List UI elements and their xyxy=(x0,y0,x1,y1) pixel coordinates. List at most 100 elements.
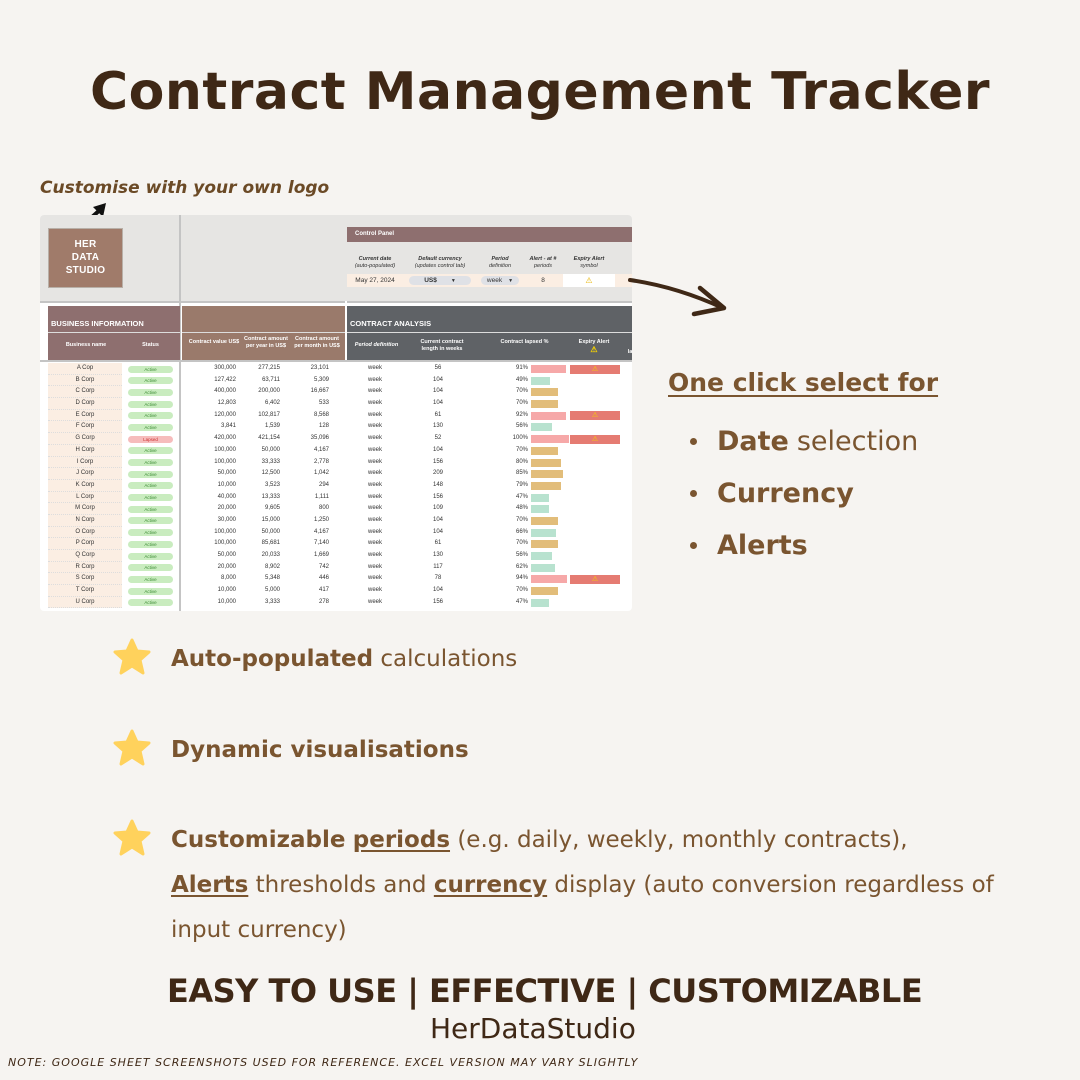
alert-symbol-input[interactable]: ⚠ xyxy=(563,274,615,287)
currency-select[interactable]: US$ ▼ xyxy=(403,274,477,287)
status-dropdown[interactable]: Active xyxy=(128,447,173,455)
col-status[interactable]: Status xyxy=(128,342,173,349)
business-name-cell[interactable]: F Corp xyxy=(48,421,122,434)
table-row: Q Corp Active 50,000 20,033 1,669 week 130 56% xyxy=(48,550,632,562)
company-logo[interactable]: HER DATA STUDIO xyxy=(48,228,123,288)
business-name-cell[interactable]: Q Corp xyxy=(48,550,122,562)
lapsed-pct-cell: 70% xyxy=(515,400,528,407)
contract-value-cell: 127,422 xyxy=(214,376,236,383)
status-dropdown[interactable]: Active xyxy=(128,482,173,490)
period-select[interactable]: week ▼ xyxy=(477,274,523,287)
col-lapsed-pct[interactable]: Contract lapsed % xyxy=(487,339,562,346)
status-dropdown[interactable]: Active xyxy=(128,564,173,572)
status-dropdown[interactable]: Active xyxy=(128,517,173,525)
lapsed-pct-cell: 62% xyxy=(515,563,528,570)
lapsed-bar xyxy=(531,411,566,420)
col-per-year[interactable]: Contract amount per year in US$ xyxy=(242,336,290,350)
section-title: CONTRACT ANALYSIS xyxy=(350,319,432,328)
status-dropdown[interactable]: Active xyxy=(128,365,173,373)
business-name-cell[interactable]: O Corp xyxy=(48,526,122,539)
status-dropdown[interactable]: Active xyxy=(128,552,173,560)
status-dropdown[interactable]: Lapsed xyxy=(128,435,173,443)
business-name-cell[interactable]: D Corp xyxy=(48,398,122,410)
cp-label-alert-symbol: Expiry Alert symbol xyxy=(573,256,605,269)
cp-label-period: Period definition xyxy=(488,256,512,269)
status-dropdown[interactable]: Active xyxy=(128,423,173,431)
expiry-alert-warning-icon: ⚠ xyxy=(570,434,620,444)
business-name-cell[interactable]: G Corp xyxy=(48,433,122,445)
col-expiry-alert[interactable]: Expiry Alert ⚠ xyxy=(569,339,619,355)
per-month-cell: 800 xyxy=(318,505,329,512)
business-name-cell[interactable]: R Corp xyxy=(48,561,122,574)
col-contract-value[interactable]: Contract value US$ xyxy=(188,339,240,346)
footnote: NOTE: GOOGLE SHEET SCREENSHOTS USED FOR … xyxy=(8,1056,639,1069)
business-name-cell[interactable]: E Corp xyxy=(48,409,122,422)
table-row: T Corp Active 10,000 5,000 417 week 104 70% xyxy=(48,585,632,597)
lapsed-bar xyxy=(531,365,566,373)
business-name-cell[interactable]: S Corp xyxy=(48,573,122,586)
status-dropdown[interactable]: Active xyxy=(128,505,173,513)
per-year-cell: 15,000 xyxy=(261,516,280,523)
business-name-cell[interactable]: P Corp xyxy=(48,538,122,550)
business-name-cell[interactable]: N Corp xyxy=(48,514,122,527)
length-cell: 130 xyxy=(432,552,443,558)
per-year-cell: 50,000 xyxy=(261,528,280,535)
lapsed-pct-cell: 70% xyxy=(515,388,528,395)
business-name-cell[interactable]: T Corp xyxy=(48,585,122,597)
business-name-cell[interactable]: C Corp xyxy=(48,386,122,399)
contract-value-cell: 50,000 xyxy=(217,552,236,558)
business-name-cell[interactable]: I Corp xyxy=(48,456,122,469)
length-cell: 61 xyxy=(434,411,442,418)
length-cell: 104 xyxy=(432,388,443,395)
status-dropdown[interactable]: Active xyxy=(128,575,173,583)
col-cut-off: la xyxy=(627,349,632,355)
status-dropdown[interactable]: Active xyxy=(128,470,173,478)
per-year-cell: 277,215 xyxy=(258,365,280,371)
status-dropdown[interactable]: Active xyxy=(128,587,173,595)
col-contract-length[interactable]: Current contract length in weeks xyxy=(413,339,471,353)
spreadsheet-preview: HER DATA STUDIO Control Panel Current da… xyxy=(40,215,632,611)
lapsed-bar xyxy=(531,470,564,479)
length-cell: 104 xyxy=(432,400,443,407)
period-value: week xyxy=(486,277,503,284)
table-row: I Corp Active 100,000 33,333 2,778 week 156 80% xyxy=(48,456,632,469)
col-per-month[interactable]: Contract amount per month in US$ xyxy=(292,336,342,350)
lapsed-bar xyxy=(531,376,550,385)
alert-periods-input[interactable]: 8 xyxy=(523,274,563,287)
lapsed-pct-cell: 80% xyxy=(515,458,528,465)
lapsed-pct-cell: 85% xyxy=(515,470,528,477)
length-cell: 156 xyxy=(432,493,443,500)
business-name-cell[interactable]: L Corp xyxy=(48,491,122,504)
status-dropdown[interactable]: Active xyxy=(128,412,173,420)
business-name-cell[interactable]: U Corp xyxy=(48,596,122,609)
status-dropdown[interactable]: Active xyxy=(128,529,173,537)
status-dropdown[interactable]: Active xyxy=(128,388,173,396)
status-dropdown[interactable]: Active xyxy=(128,599,173,607)
status-dropdown[interactable]: Active xyxy=(128,400,173,408)
bullet-icon xyxy=(690,437,697,445)
divider xyxy=(347,332,632,333)
status-dropdown[interactable]: Active xyxy=(128,377,173,385)
business-name-cell[interactable]: K Corp xyxy=(48,479,122,492)
cp-label-current-date: Current date (auto-populated) xyxy=(354,256,396,269)
business-name-cell[interactable]: A Cop xyxy=(48,363,122,375)
brand-name: HerDataStudio xyxy=(430,1012,636,1045)
business-name-cell[interactable]: J Corp xyxy=(48,468,122,480)
per-year-cell: 421,154 xyxy=(258,435,280,442)
col-period-definition[interactable]: Period definition xyxy=(349,342,404,349)
frozen-row-divider[interactable] xyxy=(40,301,632,303)
col-business-name[interactable]: Business name xyxy=(50,342,122,349)
period-cell: week xyxy=(368,540,383,547)
lapsed-bar xyxy=(531,388,558,397)
status-dropdown[interactable]: Active xyxy=(128,540,173,548)
current-date-value: May 27, 2024 xyxy=(355,277,395,284)
star-icon xyxy=(113,638,151,675)
status-dropdown[interactable]: Active xyxy=(128,459,173,466)
contract-value-cell: 12,803 xyxy=(217,400,236,407)
business-name-cell[interactable]: M Corp xyxy=(48,503,122,515)
length-cell: 130 xyxy=(432,423,443,430)
per-year-cell: 9,605 xyxy=(264,505,280,512)
business-name-cell[interactable]: B Corp xyxy=(48,374,122,387)
status-dropdown[interactable]: Active xyxy=(128,494,173,502)
business-name-cell[interactable]: H Corp xyxy=(48,444,122,457)
